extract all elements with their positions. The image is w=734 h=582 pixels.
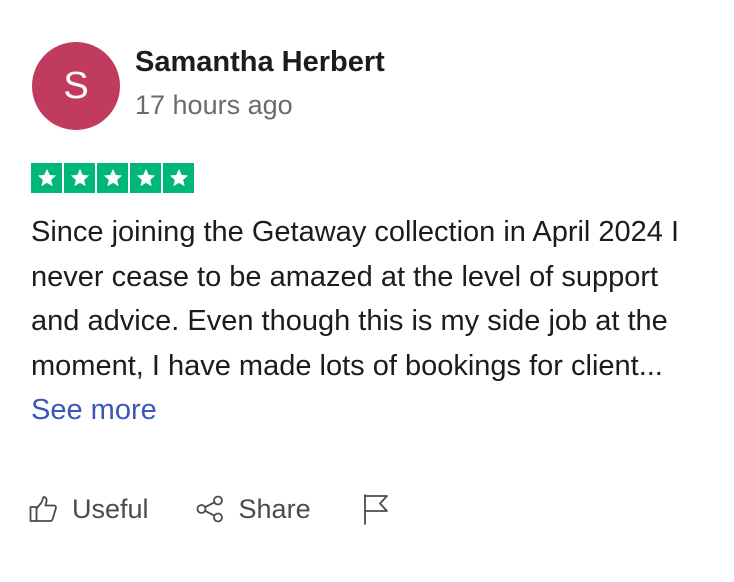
share-button[interactable]: Share: [195, 494, 311, 525]
star-icon: [64, 163, 95, 193]
review-actions: Useful Share: [28, 492, 391, 526]
review-time: 17 hours ago: [135, 90, 293, 120]
flag-icon: [361, 492, 391, 526]
useful-button[interactable]: Useful: [28, 494, 149, 525]
share-label: Share: [238, 493, 311, 524]
review-card: S Samantha Herbert 17 hours ago Since jo…: [0, 0, 734, 582]
see-more-link[interactable]: See more: [31, 394, 157, 426]
author-name[interactable]: Samantha Herbert: [135, 44, 385, 80]
review-text: Since joining the Getaway collection in …: [31, 210, 711, 433]
star-icon: [97, 163, 128, 193]
star-icon: [163, 163, 194, 193]
star-icon: [130, 163, 161, 193]
avatar[interactable]: S: [32, 42, 120, 130]
useful-label: Useful: [72, 493, 149, 524]
author-meta: Samantha Herbert 17 hours ago: [135, 46, 385, 122]
star-icon: [31, 163, 62, 193]
star-rating: [31, 163, 194, 193]
avatar-initial: S: [63, 64, 89, 107]
share-icon: [195, 494, 225, 524]
review-header: S Samantha Herbert 17 hours ago: [32, 42, 385, 130]
review-body: Since joining the Getaway collection in …: [31, 216, 680, 382]
thumbs-up-icon: [28, 494, 58, 524]
report-button[interactable]: [361, 492, 391, 526]
